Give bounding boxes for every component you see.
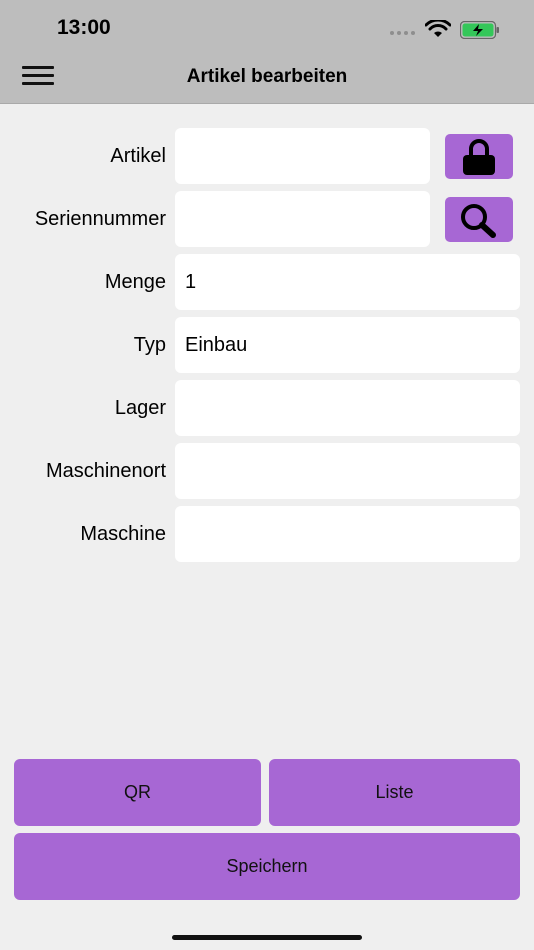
speichern-button[interactable]: Speichern — [14, 833, 520, 900]
seriennummer-label: Seriennummer — [34, 208, 166, 230]
maschine-label: Maschine — [80, 523, 166, 545]
artikel-label: Artikel — [110, 145, 166, 167]
artikel-row: Artikel — [0, 128, 534, 184]
wifi-icon — [425, 20, 451, 37]
page-title: Artikel bearbeiten — [186, 66, 348, 87]
lager-row: Lager — [0, 380, 534, 436]
maschinenort-label: Maschinenort — [45, 460, 166, 482]
seriennummer-input[interactable] — [175, 191, 430, 247]
lock-icon — [463, 138, 495, 175]
seriennummer-row: Seriennummer — [0, 191, 534, 247]
menge-label: Menge — [104, 271, 166, 293]
lager-input[interactable] — [175, 380, 520, 436]
signal-icon — [390, 31, 415, 35]
search-icon — [461, 203, 496, 238]
liste-button[interactable]: Liste — [269, 759, 520, 826]
maschine-row: Maschine — [0, 506, 534, 562]
search-button[interactable] — [445, 197, 513, 242]
maschine-input[interactable] — [175, 506, 520, 562]
status-bar: 13:00 — [0, 0, 534, 52]
typ-input[interactable] — [175, 317, 520, 373]
menge-input[interactable] — [175, 254, 520, 310]
typ-label: Typ — [133, 334, 166, 356]
battery-icon — [460, 21, 499, 39]
home-indicator[interactable] — [172, 935, 362, 940]
maschinenort-row: Maschinenort — [0, 443, 534, 499]
lock-button[interactable] — [445, 134, 513, 179]
navigation-bar: Artikel bearbeiten — [0, 52, 534, 104]
status-time: 13:00 — [57, 16, 111, 39]
lager-label: Lager — [114, 397, 166, 419]
qr-button[interactable]: QR — [14, 759, 261, 826]
menge-row: Menge — [0, 254, 534, 310]
typ-row: Typ — [0, 317, 534, 373]
maschinenort-input[interactable] — [175, 443, 520, 499]
artikel-input[interactable] — [175, 128, 430, 184]
